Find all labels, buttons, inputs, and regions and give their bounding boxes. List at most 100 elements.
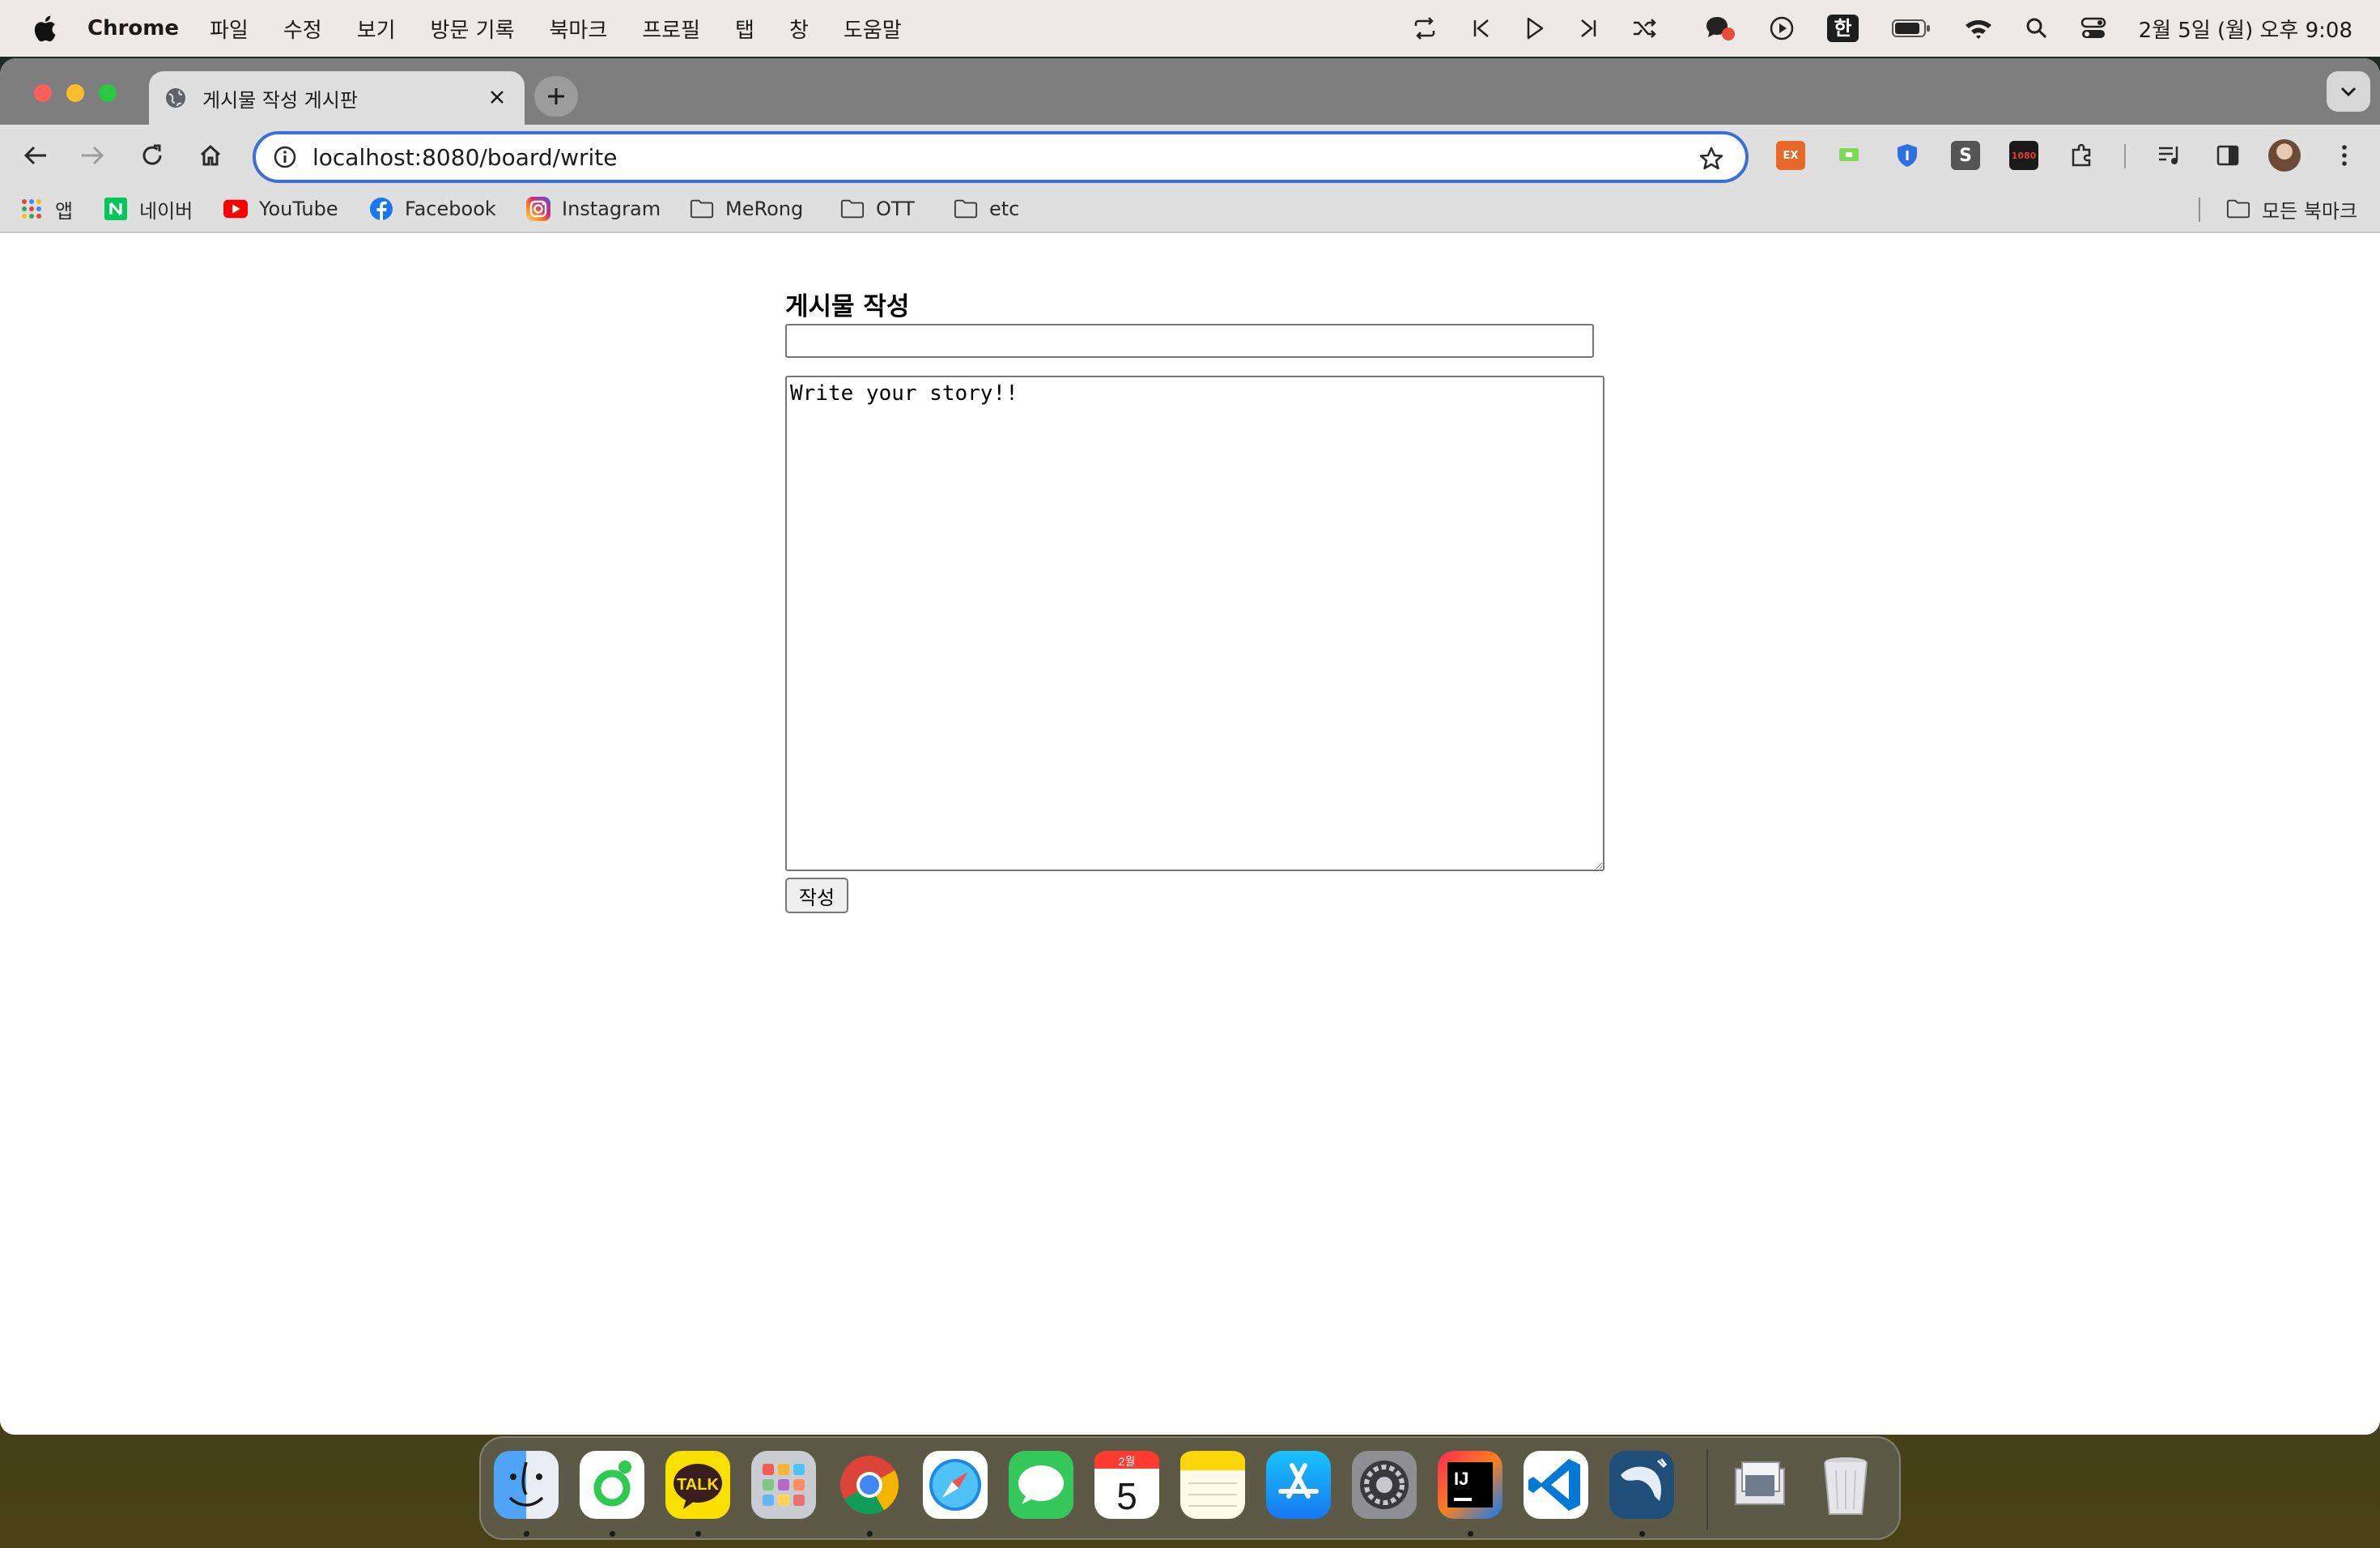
post-body-textarea[interactable]: Write your story!! [785, 376, 1604, 871]
menu-tab[interactable]: 탭 [735, 14, 754, 44]
dock-launchpad[interactable] [751, 1451, 816, 1519]
window-maximize-button[interactable] [99, 84, 117, 102]
window-minimize-button[interactable] [66, 84, 84, 102]
extension-shield-icon[interactable] [1893, 141, 1922, 170]
play-icon[interactable] [1524, 16, 1545, 40]
dock-app-store[interactable] [1266, 1451, 1331, 1519]
menu-profiles[interactable]: 프로필 [642, 14, 700, 44]
youtube-icon [223, 197, 248, 221]
chrome-icon [840, 1456, 899, 1515]
shuffle-icon[interactable] [1631, 16, 1659, 40]
input-source-indicator[interactable]: 한 [1827, 15, 1859, 42]
bookmark-folder-ott[interactable]: OTT [840, 186, 915, 232]
spotlight-search-icon[interactable] [2025, 17, 2048, 40]
browser-toolbar: localhost:8080/board/write EX S 1080 [0, 125, 2380, 186]
submit-button[interactable]: 작성 [785, 878, 848, 913]
calendar-month: 2월 [1119, 1455, 1136, 1468]
back-button[interactable] [18, 138, 53, 173]
bookmark-folder-etc[interactable]: etc [954, 186, 1019, 232]
dock-chrome[interactable] [837, 1451, 902, 1537]
site-info-icon[interactable] [270, 142, 300, 172]
bookmark-instagram[interactable]: Instagram [526, 186, 661, 232]
media-controls-icon[interactable] [2155, 141, 2184, 170]
running-indicator [1468, 1531, 1473, 1537]
wifi-icon[interactable] [1964, 17, 1993, 40]
tab-strip: 게시물 작성 게시판 [0, 58, 2380, 125]
menubar-clock[interactable]: 2월 5일 (월) 오후 9:08 [2139, 14, 2352, 44]
menu-file[interactable]: 파일 [210, 14, 249, 44]
control-center-icon[interactable] [2080, 16, 2106, 40]
bookmark-youtube[interactable]: YouTube [223, 186, 338, 232]
play-circle-icon[interactable] [1769, 15, 1795, 41]
bookmark-star-icon[interactable] [1697, 144, 1726, 173]
dock: TALK 2월 5 IJ [479, 1436, 1901, 1540]
side-panel-icon[interactable] [2213, 141, 2242, 170]
repeat-icon[interactable] [1411, 16, 1439, 40]
extension-screen-icon[interactable] [1834, 141, 1864, 170]
window-close-button[interactable] [34, 84, 52, 102]
tab-active[interactable]: 게시물 작성 게시판 [149, 71, 525, 125]
menu-edit[interactable]: 수정 [283, 14, 322, 44]
app-store-icon [1278, 1463, 1319, 1499]
dock-kakaotalk[interactable]: TALK [665, 1451, 730, 1537]
menu-help[interactable]: 도움말 [844, 14, 902, 44]
globe-icon [164, 86, 188, 110]
new-tab-button[interactable] [534, 76, 578, 117]
profile-avatar[interactable] [2268, 139, 2301, 172]
menu-history[interactable]: 방문 기록 [431, 14, 515, 44]
battery-icon[interactable] [1891, 18, 1932, 39]
extension-1080-icon[interactable]: 1080 [2009, 141, 2038, 170]
menu-window[interactable]: 창 [789, 14, 809, 44]
dock-safari[interactable] [923, 1451, 988, 1519]
extension-ex-icon[interactable]: EX [1776, 141, 1805, 170]
address-url[interactable]: localhost:8080/board/write [312, 144, 618, 171]
menu-view[interactable]: 보기 [357, 14, 396, 44]
kakao-label: TALK [677, 1476, 719, 1494]
address-bar[interactable]: localhost:8080/board/write [253, 131, 1749, 183]
extension-s-icon[interactable]: S [1951, 141, 1980, 170]
dock-intellij[interactable]: IJ [1438, 1451, 1502, 1537]
chevron-down-icon [2340, 87, 2357, 97]
plus-icon [548, 88, 564, 104]
toolbar-divider [2124, 144, 2126, 168]
extensions-puzzle-icon[interactable] [2068, 141, 2097, 170]
bookmarks-divider [2199, 198, 2200, 222]
running-indicator [610, 1531, 615, 1537]
dock-calendar[interactable]: 2월 5 [1094, 1451, 1159, 1519]
bookmark-facebook-label: Facebook [405, 198, 496, 220]
post-title-input[interactable] [785, 324, 1594, 358]
previous-track-icon[interactable] [1471, 17, 1492, 40]
kakaotalk-icon: TALK [674, 1464, 722, 1509]
dock-finder[interactable] [494, 1451, 559, 1537]
browser-window: 게시물 작성 게시판 localhost:8080/board/write EX… [0, 58, 2380, 1435]
bookmarks-bar: 앱 네이버 YouTube Facebook Instagram MeRong … [0, 186, 2380, 233]
dock-system-settings[interactable] [1352, 1451, 1417, 1519]
more-menu-icon[interactable] [2330, 141, 2359, 170]
bookmark-folder-merong[interactable]: MeRong [690, 186, 803, 232]
bookmark-youtube-label: YouTube [259, 198, 338, 220]
reload-button[interactable] [134, 138, 170, 173]
app-name-menu[interactable]: Chrome [87, 16, 179, 40]
forward-button[interactable] [74, 138, 110, 173]
folder-icon [2226, 197, 2250, 221]
bookmark-facebook[interactable]: Facebook [369, 186, 496, 232]
folder-icon [690, 197, 714, 221]
home-button[interactable] [193, 138, 228, 173]
apple-menu-icon[interactable] [32, 15, 57, 42]
dock-messages[interactable] [1009, 1451, 1073, 1519]
chat-notification-icon[interactable] [1704, 15, 1736, 42]
dock-downloads-stack[interactable] [1728, 1451, 1792, 1519]
dock-trash[interactable] [1813, 1451, 1878, 1519]
dock-notes[interactable] [1180, 1451, 1245, 1519]
next-track-icon[interactable] [1578, 17, 1599, 40]
bookmark-naver[interactable]: 네이버 [104, 186, 193, 232]
trash-icon [1824, 1457, 1868, 1515]
all-bookmarks-folder[interactable]: 모든 북마크 [2226, 186, 2357, 232]
dock-naver-whale[interactable] [580, 1451, 644, 1537]
tab-close-icon[interactable] [484, 84, 510, 110]
bookmark-apps[interactable]: 앱 [19, 186, 73, 232]
tab-search-button[interactable] [2327, 71, 2370, 112]
menu-bookmarks[interactable]: 북마크 [550, 14, 608, 44]
dock-mysql-workbench[interactable] [1609, 1451, 1674, 1537]
dock-vscode[interactable] [1524, 1451, 1588, 1519]
